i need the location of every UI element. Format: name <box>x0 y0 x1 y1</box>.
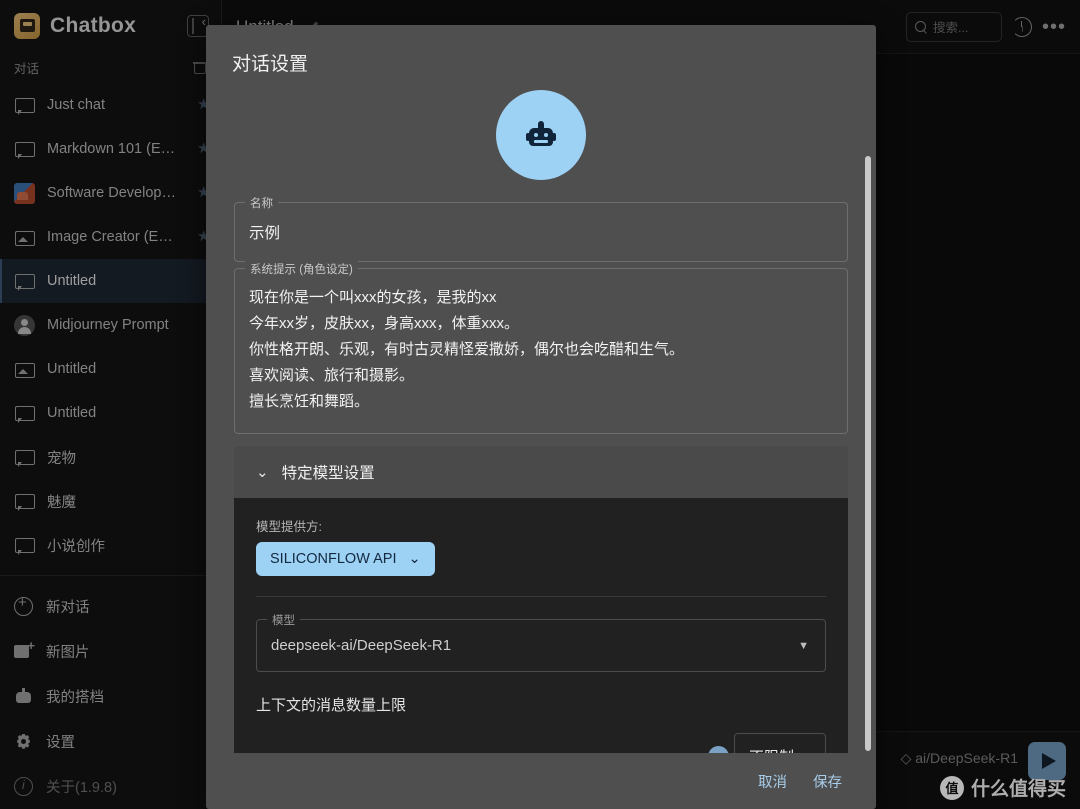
provider-value: SILICONFLOW API <box>270 551 397 567</box>
accordion-divider <box>256 596 826 597</box>
cancel-button[interactable]: 取消 <box>758 771 787 792</box>
name-field[interactable]: 名称 示例 <box>234 195 848 262</box>
system-prompt-legend: 系统提示 (角色设定) <box>245 261 358 277</box>
chevron-down-icon: ⌄ <box>256 464 269 481</box>
chevron-down-icon: ⌄ <box>408 551 421 567</box>
app-root: Chatbox 对话 Just chat ★ Markdown 101 (E… … <box>0 0 1080 809</box>
accordion-body: 模型提供方: SILICONFLOW API ⌄ 模型 deepseek-ai/… <box>234 498 848 753</box>
scrollbar[interactable] <box>865 156 871 751</box>
provider-select[interactable]: SILICONFLOW API ⌄ <box>256 542 435 576</box>
name-field-legend: 名称 <box>245 195 278 211</box>
accordion-header[interactable]: ⌄ 特定模型设置 <box>234 446 848 498</box>
context-limit-row: 不限制 <box>256 733 826 753</box>
conversation-settings-dialog: 对话设置 名称 示例 系统提示 (角色设定) 现在你是一个叫xxx的女孩，是我的… <box>206 25 876 809</box>
model-select-legend: 模型 <box>267 612 300 628</box>
model-select-value: deepseek-ai/DeepSeek-R1 <box>271 637 452 654</box>
model-select[interactable]: 模型 deepseek-ai/DeepSeek-R1 ▼ <box>256 612 826 672</box>
model-settings-accordion: ⌄ 特定模型设置 模型提供方: SILICONFLOW API ⌄ 模型 dee… <box>234 446 848 753</box>
dialog-title: 对话设置 <box>232 54 309 75</box>
system-prompt-value: 现在你是一个叫xxx的女孩，是我的xx 今年xx岁，皮肤xx，身高xxx，体重x… <box>249 289 685 410</box>
provider-label: 模型提供方: <box>256 520 322 534</box>
context-limit-block: 上下文的消息数量上限 不限制 <box>256 672 826 753</box>
save-button[interactable]: 保存 <box>813 771 842 792</box>
name-field-value: 示例 <box>249 225 281 242</box>
chevron-down-icon: ▼ <box>798 639 809 652</box>
robot-avatar-icon[interactable] <box>496 90 586 180</box>
context-limit-value[interactable]: 不限制 <box>734 733 826 753</box>
accordion-title: 特定模型设置 <box>281 465 375 482</box>
system-prompt-field[interactable]: 系统提示 (角色设定) 现在你是一个叫xxx的女孩，是我的xx 今年xx岁，皮肤… <box>234 261 848 434</box>
dialog-scroll-area: 名称 示例 系统提示 (角色设定) 现在你是一个叫xxx的女孩，是我的xx 今年… <box>206 90 876 753</box>
dialog-footer: 取消 保存 <box>206 753 876 809</box>
slider-thumb[interactable] <box>708 746 729 753</box>
context-limit-label: 上下文的消息数量上限 <box>256 697 407 714</box>
